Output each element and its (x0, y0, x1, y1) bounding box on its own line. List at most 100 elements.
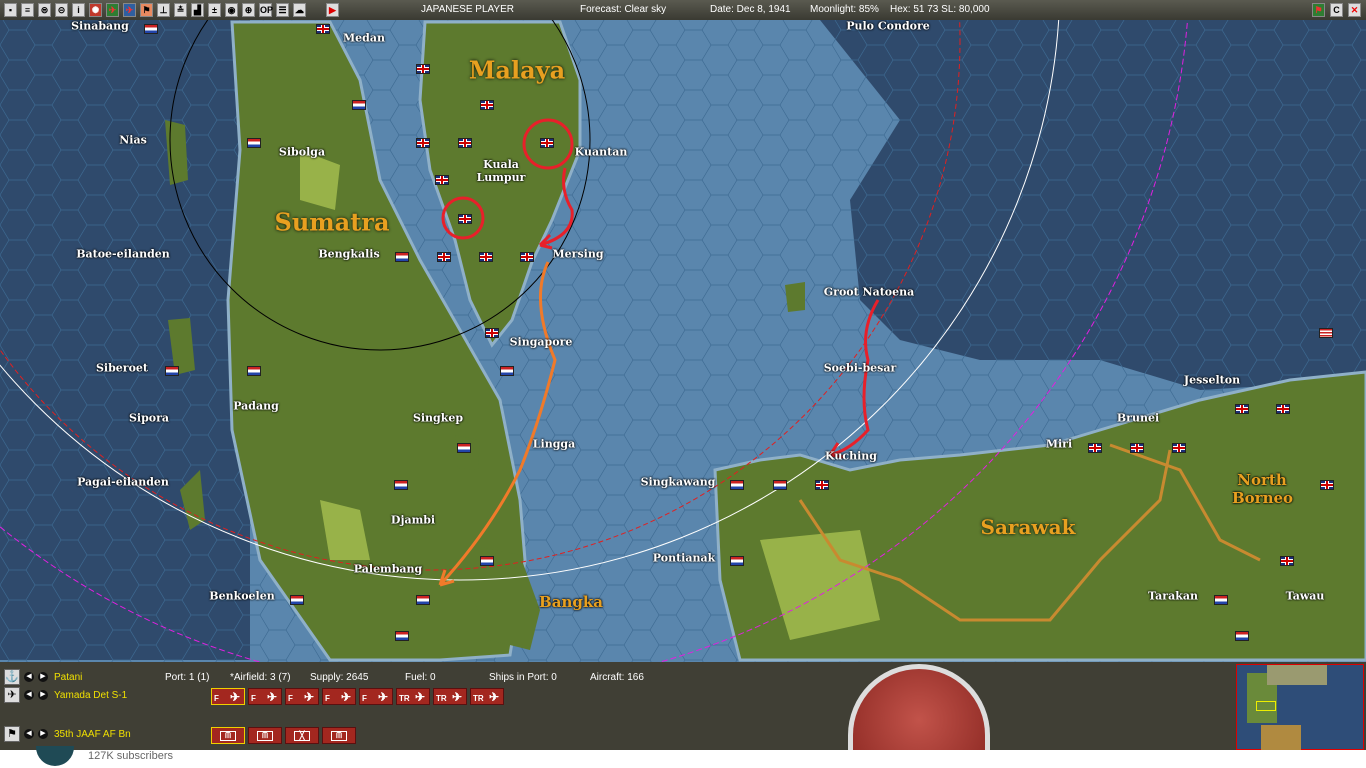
navy-air-icon[interactable]: ✈ (123, 3, 136, 17)
air-squadron-button[interactable]: F ✈ (248, 688, 282, 705)
air-squadron-button[interactable]: F ✈ (285, 688, 319, 705)
place-label[interactable]: Padang (233, 400, 279, 413)
army-air-icon[interactable]: ✈ (106, 3, 119, 17)
op-button[interactable]: OP (259, 3, 273, 17)
place-label[interactable]: Batoe-eilanden (76, 248, 170, 261)
dutch-base-flag-icon[interactable] (730, 480, 744, 490)
place-label[interactable]: Siberoet (96, 362, 148, 375)
ground-icon[interactable]: ▟ (191, 3, 204, 17)
place-label[interactable]: Benkoelen (209, 590, 274, 603)
dutch-base-flag-icon[interactable] (416, 595, 430, 605)
dutch-base-flag-icon[interactable] (480, 556, 494, 566)
british-base-flag-icon[interactable] (815, 480, 829, 490)
british-base-flag-icon[interactable] (1172, 443, 1186, 453)
dutch-base-flag-icon[interactable] (247, 366, 261, 376)
ship-report-icon[interactable]: ⊜ (38, 3, 51, 17)
land-unit-button[interactable]: ᗰ (211, 727, 245, 744)
british-base-flag-icon[interactable] (540, 138, 554, 148)
place-label[interactable]: Mersing (552, 248, 603, 261)
place-label[interactable]: Pontianak (653, 552, 715, 565)
flag-toggle-icon[interactable]: ⚑ (1312, 3, 1325, 17)
place-label[interactable]: Palembang (354, 563, 422, 576)
place-label[interactable]: Singkawang (641, 476, 716, 489)
japan-flag-icon[interactable]: ✺ (89, 3, 102, 17)
air-unit-name[interactable]: Yamada Det S-1 (54, 690, 127, 701)
next-arrow-icon[interactable]: ▶ (38, 690, 48, 700)
british-base-flag-icon[interactable] (480, 100, 494, 110)
dutch-base-flag-icon[interactable] (773, 480, 787, 490)
anchor-icon[interactable]: ⚓ (4, 669, 20, 685)
land-unit-button[interactable]: ᗰ (248, 727, 282, 744)
place-label[interactable]: Groot Natoena (824, 286, 915, 299)
base-icon[interactable]: ± (208, 3, 221, 17)
close-icon[interactable]: ✕ (1348, 3, 1361, 17)
air-squadron-button[interactable]: F ✈ (359, 688, 393, 705)
british-base-flag-icon[interactable] (437, 252, 451, 262)
place-label[interactable]: Jesselton (1184, 374, 1240, 387)
place-label[interactable]: Brunei (1117, 412, 1159, 425)
dutch-base-flag-icon[interactable] (395, 631, 409, 641)
british-base-flag-icon[interactable] (1276, 404, 1290, 414)
dutch-base-flag-icon[interactable] (1214, 595, 1228, 605)
place-label[interactable]: Kuching (825, 450, 877, 463)
land-unit-name[interactable]: 35th JAAF AF Bn (54, 729, 131, 740)
end-turn-icon[interactable]: ▶ (326, 3, 339, 17)
dutch-base-flag-icon[interactable] (457, 443, 471, 453)
us-base-flag-icon[interactable] (1319, 328, 1333, 338)
dutch-base-flag-icon[interactable] (394, 480, 408, 490)
air-squadron-button[interactable]: TR ✈ (470, 688, 504, 705)
dutch-base-flag-icon[interactable] (730, 556, 744, 566)
place-label[interactable]: Sipora (129, 412, 169, 425)
place-label[interactable]: Nias (119, 134, 147, 147)
target-icon[interactable]: ⊕ (242, 3, 255, 17)
british-base-flag-icon[interactable] (458, 138, 472, 148)
minimap[interactable] (1236, 664, 1364, 750)
place-label[interactable]: Kuala Lumpur (471, 158, 531, 184)
flag-icon[interactable]: ⚑ (140, 3, 153, 17)
british-base-flag-icon[interactable] (520, 252, 534, 262)
dutch-base-flag-icon[interactable] (290, 595, 304, 605)
place-label[interactable]: Lingga (533, 438, 575, 451)
british-base-flag-icon[interactable] (1320, 480, 1334, 490)
land-unit-button[interactable]: ╳ (285, 727, 319, 744)
dutch-base-flag-icon[interactable] (500, 366, 514, 376)
place-label[interactable]: Sibolga (279, 146, 325, 159)
place-label[interactable]: Sinabang (71, 20, 129, 33)
place-label[interactable]: Medan (343, 32, 385, 45)
british-base-flag-icon[interactable] (1130, 443, 1144, 453)
base-name[interactable]: Patani (54, 672, 82, 683)
air-squadron-button[interactable]: TR ✈ (396, 688, 430, 705)
dutch-base-flag-icon[interactable] (395, 252, 409, 262)
channel-avatar[interactable] (36, 746, 74, 766)
british-base-flag-icon[interactable] (479, 252, 493, 262)
british-base-flag-icon[interactable] (435, 175, 449, 185)
minimap-viewport[interactable] (1256, 701, 1276, 711)
ship-icon[interactable]: ⊥ (157, 3, 170, 17)
task-force-icon[interactable]: ≛ (174, 3, 187, 17)
place-label[interactable]: Singapore (510, 336, 573, 349)
dutch-base-flag-icon[interactable] (1235, 631, 1249, 641)
globe-icon[interactable]: ◉ (225, 3, 238, 17)
flag-icon[interactable]: ⚑ (4, 726, 20, 742)
place-label[interactable]: Miri (1046, 438, 1072, 451)
info-icon[interactable]: i (72, 3, 85, 17)
british-base-flag-icon[interactable] (1280, 556, 1294, 566)
place-label[interactable]: Djambi (391, 514, 435, 527)
prev-arrow-icon[interactable]: ◀ (24, 672, 34, 682)
list-icon[interactable]: ≡ (21, 3, 34, 17)
report-icon[interactable]: ▪ (4, 3, 17, 17)
place-label[interactable]: Pulo Condore (846, 20, 930, 33)
land-unit-button[interactable]: ᗰ (322, 727, 356, 744)
dutch-base-flag-icon[interactable] (144, 24, 158, 34)
air-squadron-button[interactable]: F ✈ (322, 688, 356, 705)
place-label[interactable]: Kuantan (575, 146, 628, 159)
prev-arrow-icon[interactable]: ◀ (24, 729, 34, 739)
air-squadron-button[interactable]: TR ✈ (433, 688, 467, 705)
air-squadron-button[interactable]: F ✈ (211, 688, 245, 705)
next-arrow-icon[interactable]: ▶ (38, 729, 48, 739)
british-base-flag-icon[interactable] (485, 328, 499, 338)
weather-icon[interactable]: ☁ (293, 3, 306, 17)
british-base-flag-icon[interactable] (1235, 404, 1249, 414)
place-label[interactable]: Singkep (413, 412, 463, 425)
air-report-icon[interactable]: ⊝ (55, 3, 68, 17)
